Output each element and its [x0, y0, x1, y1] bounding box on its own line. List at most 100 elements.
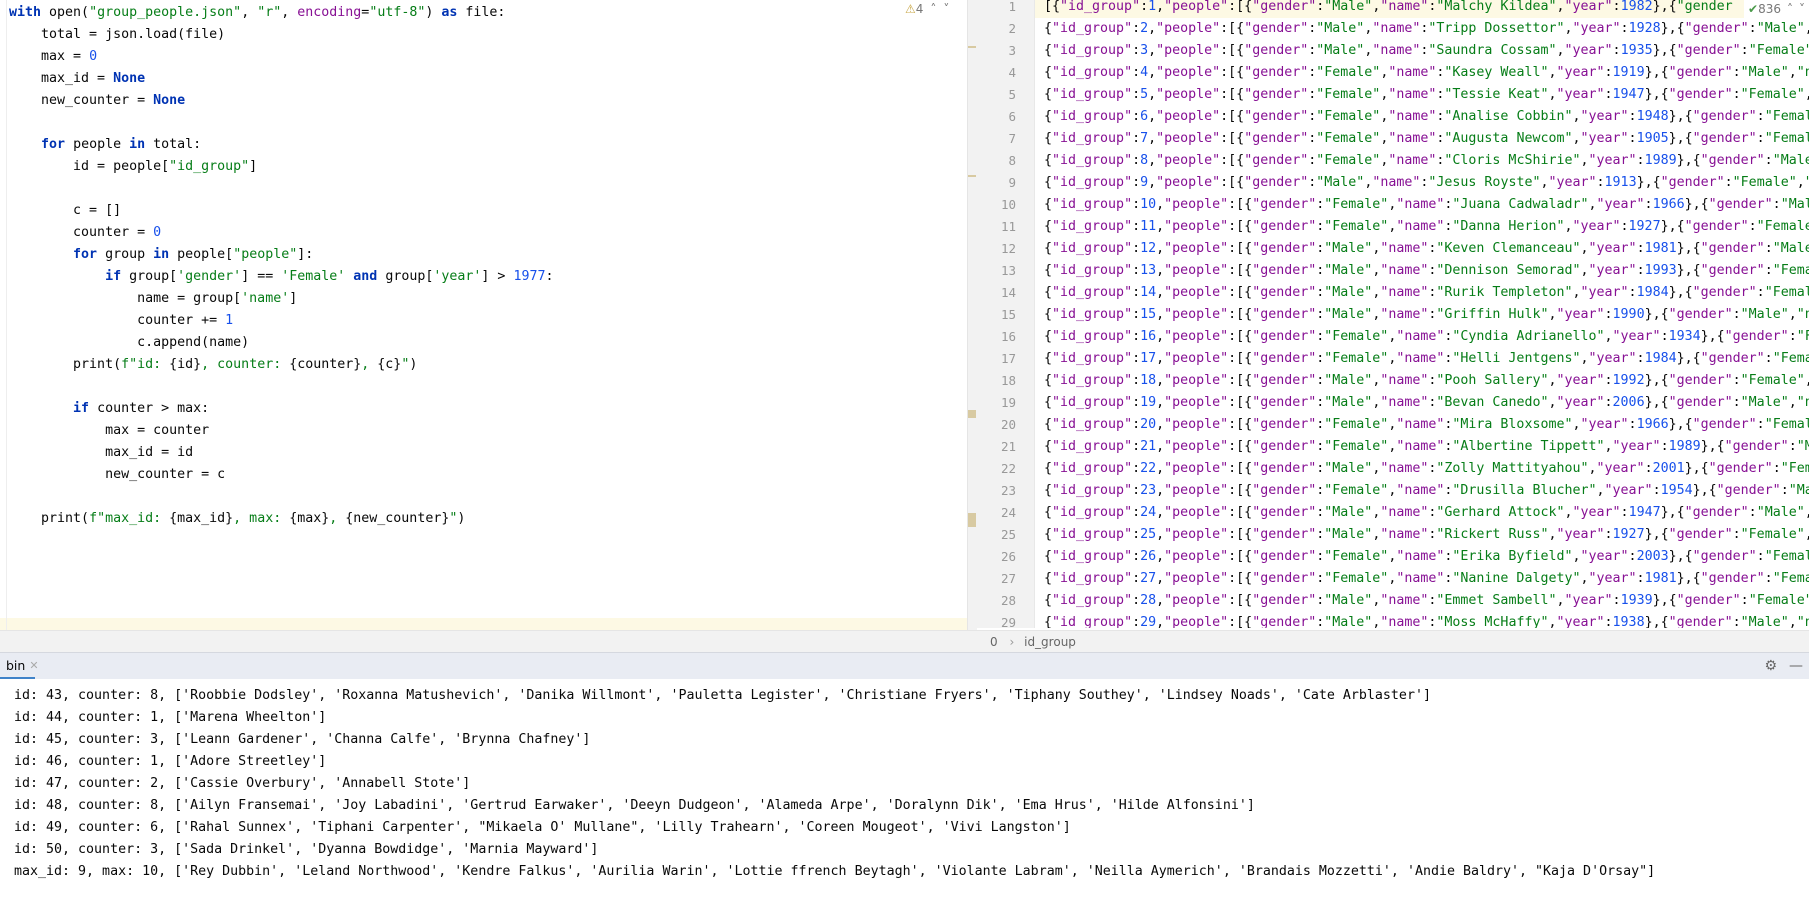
- json-punct: ,: [1156, 373, 1165, 388]
- inspection-widget[interactable]: ✔836 ˄ ˅: [1744, 0, 1809, 18]
- code-line[interactable]: {"id_group":16,"people":[{"gender":"Fema…: [1044, 326, 1809, 348]
- code-line[interactable]: {"id_group":11,"people":[{"gender":"Fema…: [1044, 216, 1809, 238]
- json-key: "gender": [1676, 43, 1741, 58]
- json-key: "year": [1588, 571, 1637, 586]
- code-token: ]: [289, 291, 298, 306]
- code-line[interactable]: [9, 376, 553, 398]
- code-line[interactable]: for group in people["people"]:: [9, 244, 553, 266]
- code-line[interactable]: {"id_group":17,"people":[{"gender":"Fema…: [1044, 348, 1809, 370]
- json-punct: [{: [1044, 0, 1061, 14]
- code-line[interactable]: [{"id_group":1,"people":[{"gender":"Male…: [1044, 0, 1809, 18]
- code-line[interactable]: {"id_group":28,"people":[{"gender":"Male…: [1044, 590, 1809, 612]
- json-number: 29: [1140, 615, 1157, 628]
- json-string: "Male": [1324, 373, 1373, 388]
- code-line[interactable]: {"id_group":26,"people":[{"gender":"Fema…: [1044, 546, 1809, 568]
- code-line[interactable]: {"id_group":13,"people":[{"gender":"Male…: [1044, 260, 1809, 282]
- minimize-icon[interactable]: —: [1789, 658, 1803, 674]
- json-number: 11: [1140, 219, 1157, 234]
- code-line[interactable]: {"id_group":3,"people":[{"gender":"Male"…: [1044, 40, 1809, 62]
- code-line[interactable]: {"id_group":14,"people":[{"gender":"Male…: [1044, 282, 1809, 304]
- code-line[interactable]: {"id_group":20,"people":[{"gender":"Fema…: [1044, 414, 1809, 436]
- json-string: "Nanine Dalgety": [1452, 571, 1581, 586]
- code-line[interactable]: {"id_group":5,"people":[{"gender":"Femal…: [1044, 84, 1809, 106]
- json-punct: :: [1132, 87, 1141, 102]
- json-key: "gender": [1244, 21, 1309, 36]
- code-line[interactable]: {"id_group":2,"people":[{"gender":"Male"…: [1044, 18, 1809, 40]
- code-token: counter > max:: [89, 401, 210, 416]
- code-line[interactable]: for people in total:: [9, 134, 553, 156]
- json-key: "gender": [1252, 263, 1317, 278]
- json-code[interactable]: [{"id_group":1,"people":[{"gender":"Male…: [1044, 0, 1809, 628]
- code-line[interactable]: new_counter = c: [9, 464, 553, 486]
- code-line[interactable]: max = 0: [9, 46, 553, 68]
- json-punct: :: [1628, 109, 1637, 124]
- code-line[interactable]: {"id_group":4,"people":[{"gender":"Femal…: [1044, 62, 1809, 84]
- inspection-widget[interactable]: ⚠4 ˄ ˅: [905, 0, 949, 18]
- prev-highlight-button[interactable]: ˄: [930, 0, 936, 18]
- json-string: "Ma: [1788, 483, 1809, 498]
- code-line[interactable]: {"id_group":15,"people":[{"gender":"Male…: [1044, 304, 1809, 326]
- json-key: "name": [1380, 0, 1429, 14]
- code-line[interactable]: {"id_group":19,"people":[{"gender":"Male…: [1044, 392, 1809, 414]
- json-punct: ,: [1156, 461, 1165, 476]
- json-string: "Male": [1740, 615, 1789, 628]
- json-string: "Female": [1324, 439, 1389, 454]
- json-number: 1927: [1612, 527, 1645, 542]
- code-line[interactable]: max = counter: [9, 420, 553, 442]
- json-key: "gender": [1692, 131, 1757, 146]
- json-string: "Juana Cadwaladr": [1452, 197, 1589, 212]
- code-line[interactable]: id = people["id_group"]: [9, 156, 553, 178]
- json-number: 7: [1140, 131, 1149, 146]
- code-line[interactable]: total = json.load(file): [9, 24, 553, 46]
- json-key: "people": [1164, 395, 1229, 410]
- json-key: "gender": [1252, 593, 1317, 608]
- code-line[interactable]: print(f"max_id: {max_id}, max: {max}, {n…: [9, 508, 553, 530]
- code-line[interactable]: max_id = id: [9, 442, 553, 464]
- code-line[interactable]: counter = 0: [9, 222, 553, 244]
- code-line[interactable]: {"id_group":6,"people":[{"gender":"Femal…: [1044, 106, 1809, 128]
- prev-highlight-button[interactable]: ˄: [1787, 0, 1793, 18]
- code-line[interactable]: {"id_group":7,"people":[{"gender":"Femal…: [1044, 128, 1809, 150]
- tab-run-bin[interactable]: bin ✕: [0, 653, 39, 680]
- json-punct: ,: [1156, 219, 1165, 234]
- code-line[interactable]: {"id_group":21,"people":[{"gender":"Fema…: [1044, 436, 1809, 458]
- python-editor[interactable]: with open("group_people.json", "r", enco…: [0, 0, 967, 630]
- code-line[interactable]: if counter > max:: [9, 398, 553, 420]
- json-punct: :: [1604, 307, 1613, 322]
- code-line[interactable]: [9, 486, 553, 508]
- code-line[interactable]: c.append(name): [9, 332, 553, 354]
- code-line[interactable]: counter += 1: [9, 310, 553, 332]
- breadcrumb-item[interactable]: 0: [990, 635, 998, 649]
- close-icon[interactable]: ✕: [29, 659, 38, 672]
- breadcrumb-item[interactable]: id_group: [1024, 635, 1076, 649]
- code-line[interactable]: [9, 112, 553, 134]
- code-line[interactable]: if group['gender'] == 'Female' and group…: [9, 266, 553, 288]
- code-line[interactable]: {"id_group":18,"people":[{"gender":"Male…: [1044, 370, 1809, 392]
- code-line[interactable]: {"id_group":27,"people":[{"gender":"Fema…: [1044, 568, 1809, 590]
- code-line[interactable]: {"id_group":24,"people":[{"gender":"Male…: [1044, 502, 1809, 524]
- code-line[interactable]: {"id_group":12,"people":[{"gender":"Male…: [1044, 238, 1809, 260]
- json-editor[interactable]: 1 2 3 4 5 6 7 8 9 10 11 12 13 14 15 16 17 18 19 20 21 22 23 24 2…: [976, 0, 1809, 628]
- code-line[interactable]: c = []: [9, 200, 553, 222]
- code-line[interactable]: {"id_group":10,"people":[{"gender":"Fema…: [1044, 194, 1809, 216]
- code-line[interactable]: with open("group_people.json", "r", enco…: [9, 2, 553, 24]
- current-line-highlight: [0, 618, 967, 630]
- code-line[interactable]: {"id_group":29,"people":[{"gender":"Male…: [1044, 612, 1809, 628]
- code-line[interactable]: print(f"id: {id}, counter: {counter}, {c…: [9, 354, 553, 376]
- code-line[interactable]: {"id_group":25,"people":[{"gender":"Male…: [1044, 524, 1809, 546]
- code-line[interactable]: {"id_group":8,"people":[{"gender":"Femal…: [1044, 150, 1809, 172]
- code-line[interactable]: new_counter = None: [9, 90, 553, 112]
- code-line[interactable]: {"id_group":23,"people":[{"gender":"Fema…: [1044, 480, 1809, 502]
- code-line[interactable]: name = group['name']: [9, 288, 553, 310]
- json-key: "gender": [1700, 153, 1765, 168]
- console-output[interactable]: id: 43, counter: 8, ['Roobbie Dodsley', …: [0, 679, 1809, 909]
- next-highlight-button[interactable]: ˅: [1799, 0, 1805, 18]
- json-punct: :: [1132, 241, 1141, 256]
- code-line[interactable]: {"id_group":9,"people":[{"gender":"Male"…: [1044, 172, 1809, 194]
- python-code[interactable]: with open("group_people.json", "r", enco…: [9, 2, 553, 530]
- next-highlight-button[interactable]: ˅: [943, 0, 949, 18]
- code-line[interactable]: [9, 178, 553, 200]
- gear-icon[interactable]: ⚙: [1764, 658, 1777, 674]
- code-line[interactable]: max_id = None: [9, 68, 553, 90]
- code-line[interactable]: {"id_group":22,"people":[{"gender":"Male…: [1044, 458, 1809, 480]
